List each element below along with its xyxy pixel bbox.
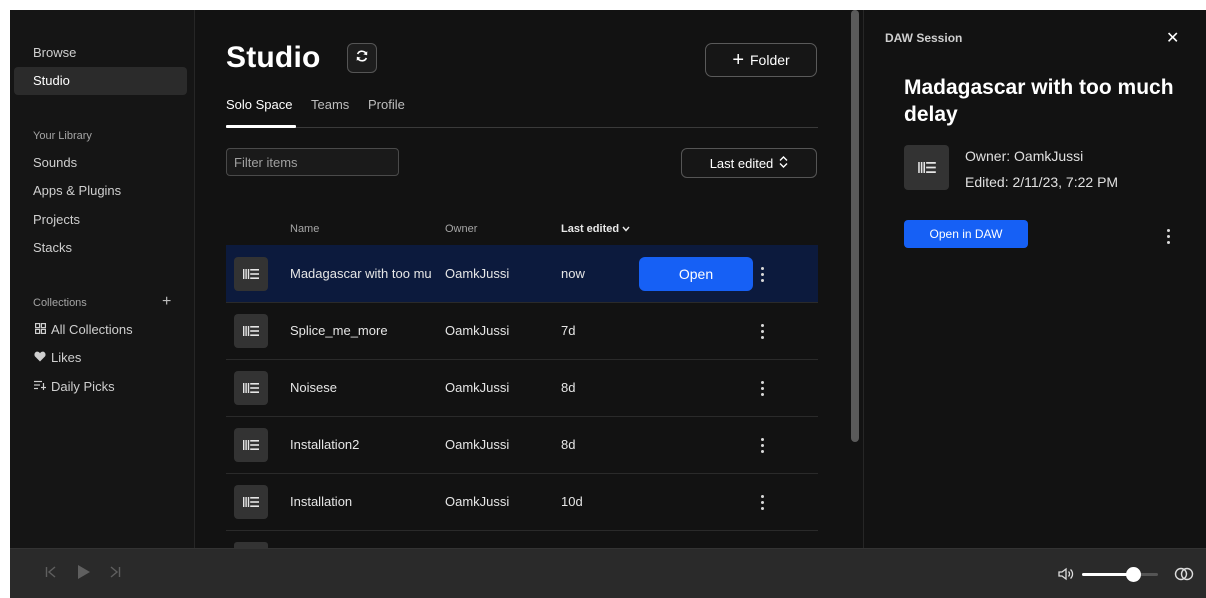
close-icon[interactable]: ✕ — [1166, 28, 1179, 48]
tab-solo-space[interactable]: Solo Space — [226, 97, 293, 112]
nav-label: Likes — [51, 350, 82, 365]
volume-handle[interactable] — [1126, 567, 1142, 582]
panel-owner: Owner: OamkJussi — [965, 148, 1084, 164]
tab-teams[interactable]: Teams — [311, 97, 349, 112]
folder-button-label: Folder — [750, 52, 790, 68]
table-row[interactable] — [226, 530, 818, 548]
panel-title: Madagascar with too much delay — [904, 76, 1174, 126]
tabs-divider — [226, 127, 818, 128]
plus-icon: + — [732, 49, 744, 71]
row-last-edited: 8d — [561, 437, 576, 452]
add-collection-button[interactable]: + — [162, 294, 171, 310]
more-options-icon[interactable] — [754, 434, 770, 456]
column-header-name[interactable]: Name — [290, 223, 319, 235]
row-name: Splice_me_more — [290, 323, 388, 338]
row-owner: OamkJussi — [445, 266, 509, 281]
daw-session-icon — [234, 428, 268, 462]
row-owner: OamkJussi — [445, 494, 509, 509]
sidebar: Browse Studio Your Library Sounds Apps &… — [10, 10, 195, 548]
more-options-icon[interactable] — [754, 491, 770, 513]
row-last-edited: 10d — [561, 494, 583, 509]
more-options-icon[interactable] — [754, 263, 770, 285]
nav-likes[interactable]: Likes — [14, 344, 187, 372]
sort-dropdown[interactable]: Last edited — [681, 148, 817, 178]
row-name: Noisese — [290, 380, 337, 395]
daily-picks-icon — [33, 374, 47, 402]
more-options-icon[interactable] — [754, 377, 770, 399]
table-row[interactable]: Noisese OamkJussi 8d — [226, 359, 818, 416]
nav-all-collections[interactable]: All Collections — [14, 316, 187, 344]
filter-input[interactable] — [226, 148, 399, 176]
heart-icon — [33, 345, 47, 373]
refresh-icon — [355, 49, 369, 68]
nav-daily-picks[interactable]: Daily Picks — [14, 373, 187, 401]
panel-label: DAW Session — [885, 31, 963, 45]
table-row[interactable]: Installation2 OamkJussi 8d — [226, 416, 818, 473]
daw-session-icon — [234, 485, 268, 519]
daw-session-icon — [234, 371, 268, 405]
nav-projects[interactable]: Projects — [14, 206, 187, 234]
library-label: Your Library — [33, 130, 92, 142]
row-last-edited: 7d — [561, 323, 576, 338]
sort-label: Last edited — [709, 155, 774, 171]
row-name: Installation — [290, 494, 353, 509]
main-scrollbar[interactable] — [851, 10, 859, 442]
open-in-daw-button[interactable]: Open in DAW — [904, 220, 1028, 248]
row-owner: OamkJussi — [445, 380, 509, 395]
row-name: Installation2 — [290, 437, 360, 452]
more-options-icon[interactable] — [1161, 225, 1175, 247]
daw-session-icon — [904, 145, 949, 190]
volume-slider[interactable] — [1082, 567, 1158, 582]
page-title: Studio — [226, 41, 321, 74]
open-button[interactable]: Open — [639, 257, 753, 291]
nav-studio[interactable]: Studio — [14, 67, 187, 95]
nav-browse[interactable]: Browse — [14, 39, 187, 67]
next-icon[interactable] — [109, 565, 121, 584]
chevron-down-icon — [622, 223, 630, 235]
more-options-icon[interactable] — [754, 320, 770, 342]
volume-icon[interactable] — [1058, 567, 1074, 586]
new-folder-button[interactable]: + Folder — [705, 43, 817, 77]
row-owner: OamkJussi — [445, 437, 509, 452]
active-tab-indicator — [226, 125, 296, 128]
column-header-last-edited[interactable]: Last edited — [561, 223, 630, 235]
details-panel: DAW Session ✕ Madagascar with too much d… — [863, 10, 1206, 548]
table-row[interactable]: Installation OamkJussi 10d — [226, 473, 818, 530]
daw-session-icon — [234, 314, 268, 348]
panel-edited: Edited: 2/11/23, 7:22 PM — [965, 174, 1119, 190]
row-name: Madagascar with too much delay — [290, 266, 432, 281]
table-row[interactable]: Splice_me_more OamkJussi 7d — [226, 302, 818, 359]
tab-profile[interactable]: Profile — [368, 97, 405, 112]
collections-label: Collections — [33, 297, 87, 309]
nav-sounds[interactable]: Sounds — [14, 149, 187, 177]
previous-icon[interactable] — [45, 565, 57, 584]
stereo-icon[interactable] — [1174, 567, 1194, 586]
app-window: Browse Studio Your Library Sounds Apps &… — [10, 10, 1206, 598]
row-last-edited: now — [561, 266, 585, 281]
daw-session-icon — [234, 257, 268, 291]
table-row[interactable]: Madagascar with too much delay OamkJussi… — [226, 245, 818, 302]
nav-label: All Collections — [51, 322, 133, 337]
grid-icon — [33, 317, 47, 345]
refresh-button[interactable] — [347, 43, 377, 73]
sort-updown-icon — [779, 155, 788, 171]
nav-apps-plugins[interactable]: Apps & Plugins — [14, 177, 187, 205]
column-header-label: Last edited — [561, 223, 620, 235]
row-last-edited: 8d — [561, 380, 576, 395]
column-header-owner[interactable]: Owner — [445, 223, 477, 235]
row-owner: OamkJussi — [445, 323, 509, 338]
nav-label: Daily Picks — [51, 379, 115, 394]
play-icon[interactable] — [77, 564, 91, 585]
nav-stacks[interactable]: Stacks — [14, 234, 187, 262]
main-content: Studio + Folder Solo Space Teams Profile… — [195, 10, 849, 548]
player-bar — [10, 548, 1206, 598]
